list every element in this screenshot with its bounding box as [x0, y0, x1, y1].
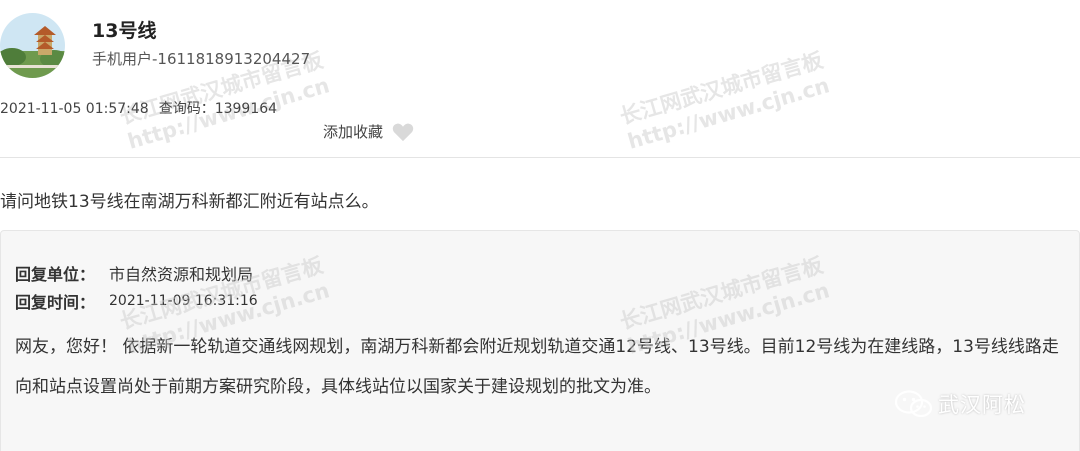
post-title: 13号线	[92, 20, 157, 42]
post-meta: 2021-11-05 01:57:48 查询码：1399164	[0, 98, 277, 118]
query-code: 1399164	[214, 101, 278, 117]
brand-name: 武汉阿松	[938, 393, 1026, 417]
reply-dept-label: 回复单位：	[15, 265, 96, 284]
brand-badge: 武汉阿松	[894, 389, 1026, 419]
reply-time-row: 回复时间： 2021-11-09 16:31:16	[15, 289, 258, 313]
post-datetime: 2021-11-05 01:57:48	[0, 101, 149, 117]
add-favorite-button[interactable]: 添加收藏	[323, 121, 414, 142]
question-text: 请问地铁13号线在南湖万科新都汇附近有站点么。	[0, 192, 379, 212]
reply-time-label: 回复时间：	[15, 293, 96, 312]
divider	[0, 157, 1080, 158]
add-favorite-label: 添加收藏	[323, 123, 384, 141]
reply-dept-value: 市自然资源和规划局	[109, 265, 254, 284]
heart-icon	[392, 123, 414, 141]
query-code-label: 查询码：	[158, 101, 215, 117]
wechat-icon	[894, 390, 933, 418]
post-author: 手机用户-1611818913204427	[92, 50, 311, 68]
watermark-line1: 长江网武汉城市留言板	[617, 48, 826, 129]
watermark: 长江网武汉城市留言板 http://www.cjn.cn	[617, 47, 833, 155]
reply-time-value: 2021-11-09 16:31:16	[109, 293, 258, 309]
avatar	[0, 13, 65, 78]
reply-dept-row: 回复单位： 市自然资源和规划局	[15, 261, 253, 285]
watermark-line2: http://www.cjn.cn	[625, 73, 833, 154]
